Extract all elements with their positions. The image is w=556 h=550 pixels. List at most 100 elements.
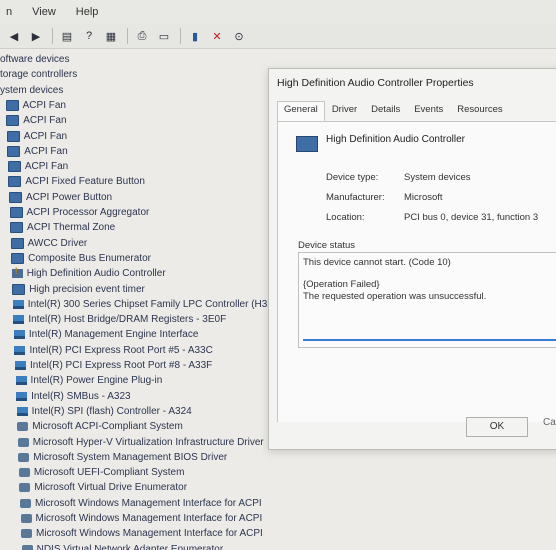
tree-item[interactable]: Intel(R) SPI (flash) Controller - A324 xyxy=(16,404,192,419)
device-status-box[interactable]: This device cannot start. (Code 10) {Ope… xyxy=(298,252,556,348)
tree-item[interactable]: Microsoft Windows Management Interface f… xyxy=(19,496,262,511)
tree-item-label: Microsoft Windows Management Interface f… xyxy=(35,513,263,524)
tab-resources[interactable]: Resources xyxy=(450,101,509,121)
tree-item-label: ACPI Fan xyxy=(24,145,68,157)
device-icon xyxy=(12,283,26,295)
tab-events[interactable]: Events xyxy=(407,101,450,121)
status-line-2: {Operation Failed} xyxy=(303,279,380,290)
tree-item[interactable]: ystem devices xyxy=(0,83,63,98)
tree-item-label: oftware devices xyxy=(0,54,70,65)
forward-icon[interactable]: ▶ xyxy=(28,29,44,43)
device-icon xyxy=(17,422,29,432)
tree-item-label: Microsoft Hyper-V Virtualization Infrast… xyxy=(32,436,264,448)
tree-item[interactable]: Microsoft UEFI-Compliant System xyxy=(18,465,184,480)
toolbar-separator xyxy=(52,28,53,44)
device-icon xyxy=(14,345,26,355)
tree-item[interactable]: Microsoft System Management BIOS Driver xyxy=(18,450,227,465)
device-icon xyxy=(6,130,20,142)
tree-item[interactable]: Intel(R) 300 Series Chipset Family LPC C… xyxy=(12,297,288,312)
device-icon xyxy=(8,176,22,188)
tree-item[interactable]: ACPI Fan xyxy=(7,159,69,174)
device-icon xyxy=(18,468,30,478)
tree-item[interactable]: oftware devices xyxy=(0,52,69,67)
tree-item[interactable]: Intel(R) PCI Express Root Port #8 - A33F xyxy=(15,358,212,373)
tree-item[interactable]: High precision event timer xyxy=(12,282,145,297)
tree-item-label: Microsoft System Management BIOS Driver xyxy=(33,451,228,463)
device-icon xyxy=(21,529,33,539)
print-icon[interactable]: ⎙ xyxy=(134,29,150,43)
tree-item[interactable]: Composite Bus Enumerator xyxy=(11,251,151,266)
tree-item-label: ACPI Fan xyxy=(24,161,69,173)
menu-item-help[interactable]: Help xyxy=(76,6,99,18)
tree-item[interactable]: AWCC Driver xyxy=(10,236,87,251)
tree-item-label: Microsoft Virtual Drive Enumerator xyxy=(34,482,188,494)
device-icon xyxy=(10,237,24,249)
tree-item-label: High precision event timer xyxy=(29,283,145,295)
tree-item[interactable]: Microsoft Windows Management Interface f… xyxy=(20,511,263,526)
device-type-value: System devices xyxy=(404,172,471,183)
menu-item-action[interactable]: n xyxy=(6,6,12,18)
location-label: Location: xyxy=(326,212,365,223)
download-icon[interactable]: ⊙ xyxy=(231,29,247,43)
tree-item[interactable]: Microsoft Virtual Drive Enumerator xyxy=(19,480,187,495)
tree-item[interactable]: ACPI Fan xyxy=(7,144,68,159)
tree-item[interactable]: Intel(R) Management Engine Interface xyxy=(13,327,198,342)
tab-driver[interactable]: Driver xyxy=(325,101,364,121)
ok-button[interactable]: OK xyxy=(466,417,528,437)
status-line-3: The requested operation was unsuccessful… xyxy=(303,291,487,302)
tree-item[interactable]: Microsoft ACPI-Compliant System xyxy=(17,419,183,434)
manufacturer-label: Manufacturer: xyxy=(326,192,385,203)
toolbar-separator xyxy=(180,28,181,44)
tree-item[interactable]: Intel(R) PCI Express Root Port #5 - A33C xyxy=(14,343,213,358)
toolbar-separator xyxy=(127,28,128,44)
tree-item[interactable]: NDIS Virtual Network Adapter Enumerator xyxy=(21,542,223,550)
tree-item-label: Microsoft ACPI-Compliant System xyxy=(32,421,183,433)
device-icon xyxy=(11,252,25,264)
tree-item-label: High Definition Audio Controller xyxy=(26,268,166,280)
tab-general[interactable]: General xyxy=(277,101,325,121)
tree-item-label: ACPI Fan xyxy=(23,115,67,127)
device-icon xyxy=(9,207,23,218)
device-icon xyxy=(20,514,32,523)
device-icon xyxy=(16,391,28,401)
tree-item-label: Microsoft Windows Management Interface f… xyxy=(36,528,263,540)
tree-item-label: Composite Bus Enumerator xyxy=(28,252,151,264)
details-icon[interactable]: ▦ xyxy=(103,29,119,43)
device-icon xyxy=(19,498,31,508)
device-name: High Definition Audio Controller xyxy=(326,134,465,145)
tree-item[interactable]: ACPI Fixed Feature Button xyxy=(8,174,145,189)
tree-item[interactable]: ACPI Processor Aggregator xyxy=(9,205,149,220)
status-line-1: This device cannot start. (Code 10) xyxy=(303,257,451,268)
properties-icon[interactable]: ▤ xyxy=(59,29,75,43)
device-icon xyxy=(7,161,21,173)
tree-item[interactable]: ACPI Thermal Zone xyxy=(10,220,115,235)
manufacturer-value: Microsoft xyxy=(404,192,443,203)
help-icon[interactable]: ? xyxy=(81,29,97,43)
uninstall-icon[interactable]: ✕ xyxy=(209,29,225,43)
tree-item-label: ACPI Fan xyxy=(22,99,66,111)
tree-item[interactable]: Microsoft Windows Management Interface f… xyxy=(21,526,263,541)
tree-item[interactable]: ACPI Fan xyxy=(6,113,67,128)
tree-item[interactable]: ACPI Fan xyxy=(5,98,66,113)
tree-item[interactable]: Intel(R) Host Bridge/DRAM Registers - 3E… xyxy=(13,312,226,327)
tree-item[interactable]: ACPI Fan xyxy=(6,129,68,144)
update-driver-icon[interactable]: ▮ xyxy=(187,29,203,43)
tree-item[interactable]: Intel(R) SMBus - A323 xyxy=(16,389,131,404)
tree-item[interactable]: Microsoft Hyper-V Virtualization Infrast… xyxy=(17,435,264,450)
device-icon xyxy=(16,406,28,416)
tree-item[interactable]: High Definition Audio Controller xyxy=(11,266,166,281)
tab-details[interactable]: Details xyxy=(364,101,407,121)
menu-item-view[interactable]: View xyxy=(32,6,56,18)
tree-item[interactable]: torage controllers xyxy=(0,67,77,82)
monitor-icon[interactable]: ▭ xyxy=(156,29,172,43)
tree-item-label: ACPI Fan xyxy=(23,130,68,142)
device-icon xyxy=(21,544,33,550)
device-icon xyxy=(12,299,24,309)
back-icon[interactable]: ◀ xyxy=(6,29,22,43)
device-icon xyxy=(15,361,26,370)
tree-item[interactable]: Intel(R) Power Engine Plug-in xyxy=(15,373,162,388)
cancel-button[interactable]: Ca xyxy=(543,417,556,435)
device-icon xyxy=(5,99,19,111)
tree-item[interactable]: ACPI Power Button xyxy=(8,190,112,205)
audio-device-icon xyxy=(296,136,318,152)
